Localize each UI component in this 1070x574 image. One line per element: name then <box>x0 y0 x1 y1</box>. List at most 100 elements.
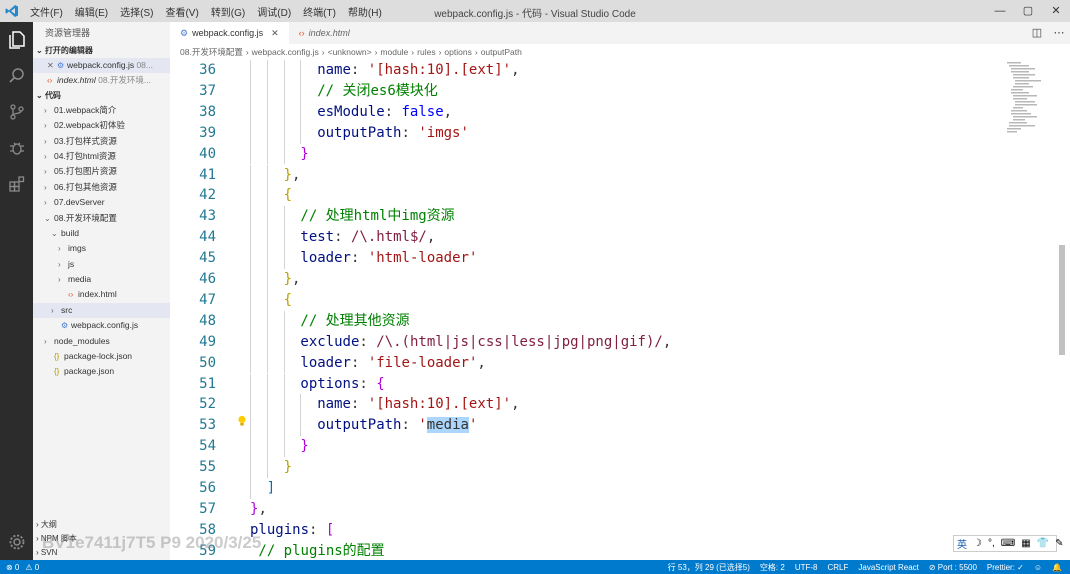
code-line[interactable]: 55} <box>170 457 1005 478</box>
code-line[interactable]: 39 outputPath: 'imgs' <box>170 122 1005 144</box>
status-item[interactable]: ⊘ Port : 5500 <box>929 563 977 572</box>
status-item[interactable]: Prettier: ✓ <box>987 563 1024 572</box>
tree-item[interactable]: › node_modules <box>33 334 170 349</box>
breadcrumb-item[interactable]: outputPath <box>481 47 522 57</box>
maximize-icon[interactable]: ▢ <box>1014 0 1042 22</box>
lightbulb-icon[interactable] <box>237 414 247 426</box>
status-item[interactable]: 空格: 2 <box>760 562 785 573</box>
tree-item[interactable]: › media <box>33 272 170 287</box>
ime-button[interactable]: °, <box>985 538 998 549</box>
breadcrumb-item[interactable]: <unknown> <box>328 47 372 57</box>
split-editor-icon[interactable]: ◫ <box>1026 22 1048 44</box>
tree-item[interactable]: › 02.webpack初体验 <box>33 118 170 133</box>
code-line[interactable]: 48 // 处理其他资源 <box>170 310 1005 332</box>
code-line[interactable]: 36 name: '[hash:10].[ext]', <box>170 60 1005 81</box>
tree-item[interactable]: › 01.webpack简介 <box>33 103 170 118</box>
status-item[interactable]: JavaScript React <box>858 563 918 572</box>
menu-item[interactable]: 选择(S) <box>114 4 159 19</box>
menu-item[interactable]: 查看(V) <box>159 4 204 19</box>
code-line[interactable]: 54} <box>170 436 1005 458</box>
status-item[interactable]: ☺ <box>1034 563 1042 572</box>
code-line[interactable]: 45 loader: 'html-loader' <box>170 248 1005 269</box>
menu-item[interactable]: 文件(F) <box>24 4 69 19</box>
minimize-icon[interactable]: — <box>986 0 1014 22</box>
tree-item[interactable]: › 06.打包其他资源 <box>33 180 170 195</box>
tree-item[interactable]: › 04.打包html资源 <box>33 149 170 164</box>
code-line[interactable]: 42 { <box>170 185 1005 207</box>
ime-button[interactable]: ▦ <box>1018 538 1033 549</box>
code-line[interactable]: 49 exclude: /\.(html|js|css|less|jpg|png|… <box>170 331 1005 353</box>
menu-item[interactable]: 帮助(H) <box>342 4 388 19</box>
extensions-icon[interactable] <box>0 166 33 202</box>
code-line[interactable]: 50 loader: 'file-loader', <box>170 352 1005 374</box>
settings-gear-icon[interactable] <box>0 524 33 560</box>
close-icon[interactable]: ✕ <box>1042 0 1070 22</box>
tab-webpack-config[interactable]: ⚙ webpack.config.js ✕ <box>170 22 289 44</box>
close-icon[interactable]: ✕ <box>271 22 279 44</box>
code-token: } <box>300 438 309 455</box>
errors-count[interactable]: ⊗ 0 <box>6 563 19 572</box>
tree-item[interactable]: {} package-lock.json <box>33 349 170 364</box>
code-line[interactable]: 47 { <box>170 289 1005 311</box>
code-line[interactable]: 43 // 处理html中img资源 <box>170 206 1005 228</box>
breadcrumb-item[interactable]: webpack.config.js <box>252 47 319 57</box>
tree-item[interactable]: ⌄ 08.开发环境配置 <box>33 211 170 226</box>
breadcrumb-item[interactable]: module <box>380 47 408 57</box>
open-editor-item[interactable]: ✕ ⚙ webpack.config.js 08... <box>33 58 170 74</box>
code-line[interactable]: 40} <box>170 143 1005 165</box>
code-line[interactable]: 59// plugins的配置 <box>170 541 1005 560</box>
tree-item[interactable]: ⌄ build <box>33 226 170 241</box>
code-line[interactable]: 52 name: '[hash:10].[ext]', <box>170 394 1005 416</box>
sidebar-section-header[interactable]: › 大纲 <box>33 518 170 532</box>
code-editor[interactable]: 36 name: '[hash:10].[ext]', 37// 关闭es6模块化 3… <box>170 60 1065 560</box>
source-control-icon[interactable] <box>0 94 33 130</box>
open-editors-header[interactable]: ⌄ 打开的编辑器 <box>33 44 170 58</box>
workspace-header[interactable]: ⌄ 代码 <box>33 89 170 103</box>
code-line[interactable]: 41}, <box>170 164 1005 186</box>
tree-item[interactable]: › 03.打包样式资源 <box>33 134 170 149</box>
debug-icon[interactable] <box>0 130 33 166</box>
ime-button[interactable]: ☽ <box>970 538 985 549</box>
tab-index-html[interactable]: ‹› index.html <box>289 22 360 44</box>
menu-item[interactable]: 终端(T) <box>297 4 342 19</box>
search-icon[interactable] <box>0 58 33 94</box>
status-item[interactable]: 行 53，列 29 (已选择5) <box>668 562 750 573</box>
ime-button[interactable]: ⌨ <box>998 538 1018 549</box>
more-actions-icon[interactable]: ⋯ <box>1048 22 1070 44</box>
tree-item[interactable]: › js <box>33 257 170 272</box>
ime-button[interactable]: ✎ <box>1052 538 1066 549</box>
tree-item[interactable]: ⚙ webpack.config.js <box>33 318 170 333</box>
status-item[interactable]: UTF-8 <box>795 563 818 572</box>
status-item[interactable]: 🔔 <box>1052 563 1062 572</box>
tree-item[interactable]: › imgs <box>33 241 170 256</box>
tree-item[interactable]: › 07.devServer <box>33 195 170 210</box>
ime-button[interactable]: 英 <box>954 536 970 551</box>
code-line[interactable]: 51 options: { <box>170 373 1005 395</box>
explorer-icon[interactable] <box>0 22 33 58</box>
minimap[interactable] <box>1005 60 1055 140</box>
code-line[interactable]: 44 test: /\.html$/, <box>170 227 1005 249</box>
breadcrumb-item[interactable]: options <box>444 47 471 57</box>
vertical-scrollbar[interactable] <box>1059 245 1065 355</box>
code-line[interactable]: 56] <box>170 478 1005 499</box>
code-line[interactable]: 58 plugins: [ <box>170 520 1005 541</box>
status-item[interactable]: CRLF <box>828 563 849 572</box>
tree-item[interactable]: › src <box>33 302 170 319</box>
ime-button[interactable]: 👕 <box>1034 538 1052 549</box>
code-line[interactable]: 37 // 关闭es6模块化 <box>170 80 1005 102</box>
tree-item[interactable]: {} package.json <box>33 364 170 379</box>
code-line[interactable]: 46}, <box>170 269 1005 290</box>
tree-item[interactable]: ‹› index.html <box>33 287 170 302</box>
menu-item[interactable]: 调试(D) <box>251 4 297 19</box>
warnings-count[interactable]: ⚠ 0 <box>25 563 39 572</box>
breadcrumb-item[interactable]: rules <box>417 47 435 57</box>
menu-item[interactable]: 编辑(E) <box>69 4 114 19</box>
breadcrumb-item[interactable]: 08.开发环境配置 <box>180 47 243 57</box>
code-line[interactable]: 57}, <box>170 499 1005 520</box>
tree-item[interactable]: › 05.打包图片资源 <box>33 164 170 179</box>
code-line[interactable]: 53 outputPath: 'media' <box>170 415 1005 437</box>
open-editor-item[interactable]: ‹› index.html 08.开发环境... <box>33 73 170 88</box>
menu-item[interactable]: 转到(G) <box>205 4 251 19</box>
close-icon[interactable]: ✕ <box>47 58 57 73</box>
code-line[interactable]: 38 esModule: false, <box>170 101 1005 123</box>
